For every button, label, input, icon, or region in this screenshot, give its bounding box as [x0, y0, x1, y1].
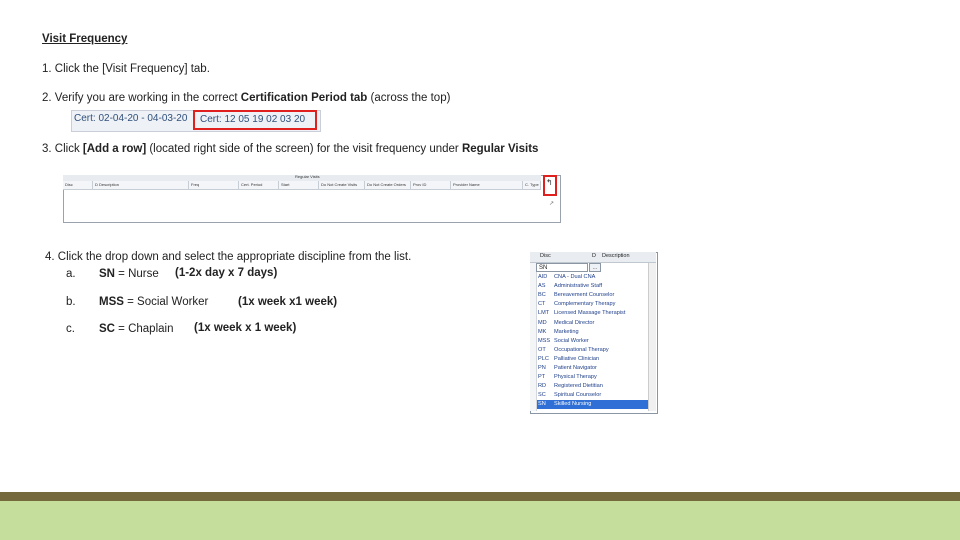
- dropdown-option-code: MK: [538, 328, 547, 335]
- dropdown-option[interactable]: LMT Licensed Massage Therapist: [537, 309, 648, 318]
- dropdown-option-description: Spiritual Counselor: [554, 392, 602, 399]
- dropdown-option-description: CNA - Dual CNA: [554, 274, 596, 280]
- dropdown-option[interactable]: MD Medical Director: [537, 319, 648, 328]
- dropdown-option-code: AID: [538, 274, 548, 280]
- footer-band-dark: [0, 492, 960, 501]
- step-3-prefix: 3. Click: [42, 143, 83, 155]
- grid-scroll-arrow-icon: ↗: [549, 201, 555, 207]
- dropdown-option[interactable]: SC Spiritual Counselor: [537, 391, 648, 400]
- dropdown-option-description: Palliative Clinician: [554, 355, 600, 362]
- dropdown-option-code: MSS: [538, 337, 551, 344]
- step-2-suffix: (across the top): [367, 92, 451, 104]
- grid-header-row: Disc D Description Freq Cert. Period Sta…: [63, 181, 541, 190]
- dropdown-option-description: Complementary Therapy: [554, 301, 616, 308]
- dropdown-option-description: Occupational Therapy: [554, 346, 609, 353]
- grid-col-header: Do Not Create Orders: [365, 181, 411, 189]
- dropdown-header-disc: Disc: [540, 253, 551, 259]
- step-4a-text: SN = Nurse: [99, 268, 159, 280]
- cert-tab-previous[interactable]: Cert: 12 05 19 02 03 20: [200, 114, 305, 125]
- dropdown-option-description: Bereavement Counselor: [554, 292, 615, 299]
- dropdown-option-description: Administrative Staff: [554, 283, 603, 290]
- dropdown-option-description: Marketing: [554, 328, 579, 335]
- dropdown-option-description: Registered Dietitian: [554, 383, 603, 390]
- step-2-prefix: 2. Verify you are working in the correct: [42, 92, 241, 104]
- step-4-text: 4. Click the drop down and select the ap…: [45, 251, 412, 263]
- dropdown-option-description: Patient Navigator: [554, 365, 597, 371]
- dropdown-option[interactable]: PLC Palliative Clinician: [537, 355, 648, 364]
- discipline-input[interactable]: SN: [536, 263, 588, 272]
- dropdown-option-code: PLC: [538, 355, 549, 362]
- dropdown-header-d: D: [592, 253, 596, 259]
- dropdown-option[interactable]: AID CNA - Dual CNA: [537, 273, 648, 282]
- step-2-bold: Certification Period tab: [240, 92, 368, 104]
- dropdown-option-description: Physical Therapy: [554, 374, 597, 381]
- step-4a-label: = Nurse: [114, 268, 159, 280]
- dropdown-option-code: MD: [538, 319, 547, 326]
- discipline-option-list: AID CNA - Dual CNA AS Administrative Staff B…: [537, 273, 648, 410]
- grid-col-header: D Description: [93, 181, 189, 189]
- step-3-text: 3. Click [Add a row] (located right side…: [42, 143, 538, 155]
- dropdown-option[interactable]: CT Complementary Therapy: [537, 300, 648, 309]
- dropdown-option-code: OT: [538, 346, 546, 353]
- dropdown-header-description: Description: [602, 253, 630, 259]
- footer-band-light: [0, 501, 960, 540]
- dropdown-option[interactable]: AS Administrative Staff: [537, 282, 648, 291]
- dropdown-option[interactable]: OT Occupational Therapy: [537, 346, 648, 355]
- dropdown-option[interactable]: RD Registered Dietitian: [537, 382, 648, 391]
- step-4c-label: = Chaplain: [114, 323, 174, 335]
- dropdown-option[interactable]: SN Skilled Nursing: [537, 400, 648, 410]
- dropdown-scrollbar[interactable]: [648, 263, 656, 411]
- step-4a-letter: a.: [66, 268, 76, 280]
- step-2-text: 2. Verify you are working in the correct…: [42, 92, 450, 104]
- add-row-icon[interactable]: ↰: [546, 178, 553, 187]
- dropdown-option-code: CT: [538, 301, 546, 308]
- dropdown-header: Disc D Description: [530, 252, 656, 263]
- step-4b-letter: b.: [66, 296, 76, 308]
- dropdown-option-code: SC: [538, 392, 546, 399]
- grid-col-header: Start: [279, 181, 319, 189]
- cert-tab-current[interactable]: Cert: 02-04-20 - 04-03-20: [74, 113, 187, 124]
- dropdown-option-code: BC: [538, 292, 546, 299]
- step-4b-text: MSS = Social Worker: [99, 296, 208, 308]
- dropdown-option-code: PT: [538, 374, 546, 381]
- dropdown-option[interactable]: BC Bereavement Counselor: [537, 291, 648, 300]
- grid-col-header: Cert. Period: [239, 181, 279, 189]
- dropdown-option-code: PN: [538, 365, 546, 371]
- step-4a-frequency: (1-2x day x 7 days): [175, 267, 278, 279]
- dropdown-option-code: SN: [538, 401, 546, 408]
- step-3-bold-regular-visits: Regular Visits: [461, 143, 539, 155]
- grid-col-header: C. Type: [523, 181, 541, 189]
- step-1-text: 1. Click the [Visit Frequency] tab.: [42, 63, 210, 75]
- dropdown-option-description: Skilled Nursing: [554, 401, 592, 408]
- dropdown-row-marker-column: [530, 263, 537, 411]
- grid-col-header: Provider Name: [451, 181, 523, 189]
- dropdown-open-button[interactable]: ...: [589, 263, 601, 272]
- dropdown-option-description: Social Worker: [554, 337, 589, 344]
- step-4c-code: SC: [99, 323, 115, 335]
- dropdown-option-description: Licensed Massage Therapist: [554, 310, 626, 317]
- step-3-bold-add-row: [Add a row]: [82, 143, 147, 155]
- dropdown-option-code: LMT: [538, 310, 550, 317]
- dropdown-option-code: RD: [538, 383, 547, 390]
- dropdown-option[interactable]: PT Physical Therapy: [537, 373, 648, 382]
- dropdown-option-description: Medical Director: [554, 319, 595, 326]
- step-4b-frequency: (1x week x1 week): [238, 296, 338, 308]
- page-title: Visit Frequency: [42, 33, 128, 45]
- dropdown-option[interactable]: MK Marketing: [537, 328, 648, 337]
- step-4c-letter: c.: [66, 323, 75, 335]
- grid-col-header: Freq: [189, 181, 239, 189]
- grid-title: Regular Visits: [295, 174, 320, 179]
- dropdown-option[interactable]: PN Patient Navigator: [537, 364, 648, 373]
- step-4a-code: SN: [99, 268, 115, 280]
- grid-col-header: Prov ID: [411, 181, 451, 189]
- step-4b-code: MSS: [99, 296, 124, 308]
- step-3-middle: (located right side of the screen) for t…: [146, 143, 462, 155]
- dropdown-option-code: AS: [538, 283, 546, 290]
- step-4c-frequency: (1x week x 1 week): [194, 322, 297, 334]
- dropdown-option[interactable]: MSS Social Worker: [537, 337, 648, 346]
- grid-col-header: Disc: [63, 181, 93, 189]
- step-4c-text: SC = Chaplain: [99, 323, 173, 335]
- step-4b-label: = Social Worker: [123, 296, 209, 308]
- grid-col-header: Do Not Create Visits: [319, 181, 365, 189]
